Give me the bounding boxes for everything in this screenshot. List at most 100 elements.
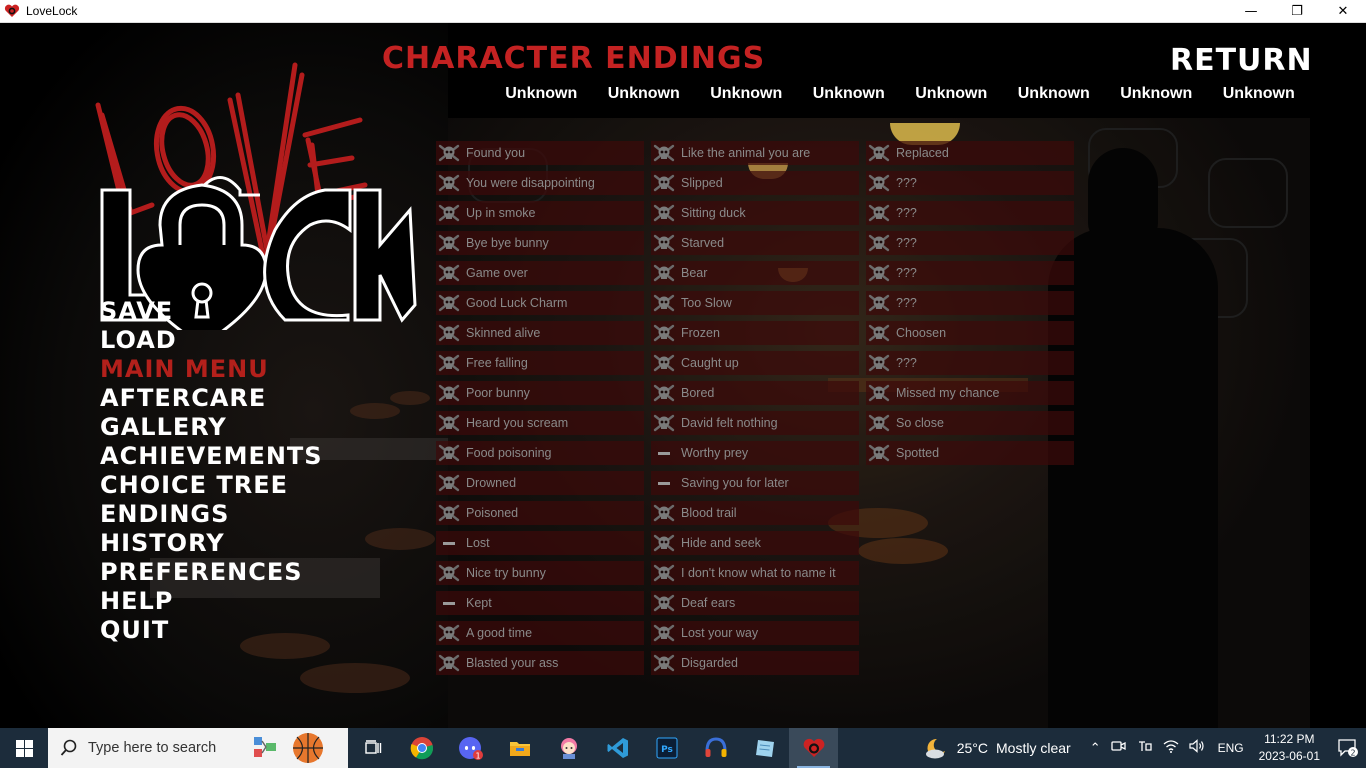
notification-center-button[interactable]: 2 bbox=[1330, 738, 1366, 758]
moon-cloud-icon bbox=[925, 738, 945, 759]
ending-item[interactable]: Skinned alive bbox=[436, 321, 644, 345]
ending-item[interactable]: Lost your way bbox=[651, 621, 859, 645]
ending-item[interactable]: Good Luck Charm bbox=[436, 291, 644, 315]
menu-main-menu[interactable]: MAIN MENU bbox=[100, 355, 323, 384]
ending-item[interactable]: Choosen bbox=[866, 321, 1074, 345]
menu-quit[interactable]: QUIT bbox=[100, 616, 323, 645]
speaker-icon[interactable] bbox=[1188, 739, 1205, 757]
skull-crossbones-icon bbox=[438, 472, 460, 494]
ending-item[interactable]: Like the animal you are bbox=[651, 141, 859, 165]
tab-character[interactable]: Unknown bbox=[490, 83, 593, 105]
ending-item[interactable]: ??? bbox=[866, 351, 1074, 375]
ending-item[interactable]: Replaced bbox=[866, 141, 1074, 165]
tab-character[interactable]: Unknown bbox=[593, 83, 696, 105]
notes-app-icon[interactable] bbox=[740, 728, 789, 768]
ending-item[interactable]: Bored bbox=[651, 381, 859, 405]
ending-item[interactable]: Slipped bbox=[651, 171, 859, 195]
ending-item[interactable]: Frozen bbox=[651, 321, 859, 345]
ending-item[interactable]: Spotted bbox=[866, 441, 1074, 465]
tab-character[interactable]: Unknown bbox=[798, 83, 901, 105]
vscode-icon[interactable] bbox=[593, 728, 642, 768]
ending-label: Poor bunny bbox=[466, 386, 530, 400]
ending-label: Hide and seek bbox=[681, 536, 761, 550]
chrome-icon[interactable] bbox=[397, 728, 446, 768]
ending-item[interactable]: Sitting duck bbox=[651, 201, 859, 225]
ending-item[interactable]: Up in smoke bbox=[436, 201, 644, 225]
ending-item[interactable]: Bye bye bunny bbox=[436, 231, 644, 255]
close-button[interactable]: ✕ bbox=[1320, 0, 1366, 23]
ending-item[interactable]: ??? bbox=[866, 231, 1074, 255]
menu-preferences[interactable]: PREFERENCES bbox=[100, 558, 323, 587]
file-explorer-icon[interactable] bbox=[495, 728, 544, 768]
ending-item[interactable]: ??? bbox=[866, 201, 1074, 225]
ending-item[interactable]: ??? bbox=[866, 261, 1074, 285]
tab-character[interactable]: Unknown bbox=[695, 83, 798, 105]
ending-item[interactable]: Poor bunny bbox=[436, 381, 644, 405]
ending-item[interactable]: Blasted your ass bbox=[436, 651, 644, 675]
ending-item[interactable]: Hide and seek bbox=[651, 531, 859, 555]
ending-item[interactable]: Kept bbox=[436, 591, 644, 615]
ending-item[interactable]: Poisoned bbox=[436, 501, 644, 525]
menu-save[interactable]: SAVE bbox=[100, 297, 323, 326]
ending-item[interactable]: Heard you scream bbox=[436, 411, 644, 435]
ending-item[interactable]: I don't know what to name it bbox=[651, 561, 859, 585]
menu-endings[interactable]: ENDINGS bbox=[100, 500, 323, 529]
skull-crossbones-icon bbox=[438, 172, 460, 194]
ending-item[interactable]: Free falling bbox=[436, 351, 644, 375]
discord-icon[interactable]: 1 bbox=[446, 728, 495, 768]
ending-item[interactable]: Saving you for later bbox=[651, 471, 859, 495]
ending-item[interactable]: Missed my chance bbox=[866, 381, 1074, 405]
anime-app-icon[interactable] bbox=[544, 728, 593, 768]
weather-widget[interactable]: 25°C Mostly clear bbox=[923, 736, 1071, 760]
menu-help[interactable]: HELP bbox=[100, 587, 323, 616]
ending-item[interactable]: Caught up bbox=[651, 351, 859, 375]
maximize-button[interactable]: ❐ bbox=[1274, 0, 1320, 23]
ending-label: Sitting duck bbox=[681, 206, 746, 220]
ending-item[interactable]: Lost bbox=[436, 531, 644, 555]
ending-item[interactable]: Found you bbox=[436, 141, 644, 165]
meet-now-icon[interactable] bbox=[1110, 739, 1127, 757]
ending-item[interactable]: ??? bbox=[866, 171, 1074, 195]
task-view-icon[interactable] bbox=[348, 728, 397, 768]
ending-item[interactable]: Food poisoning bbox=[436, 441, 644, 465]
menu-achievements[interactable]: ACHIEVEMENTS bbox=[100, 442, 323, 471]
return-button[interactable]: RETURN bbox=[1170, 43, 1313, 78]
menu-load[interactable]: LOAD bbox=[100, 326, 323, 355]
ending-item[interactable]: Nice try bunny bbox=[436, 561, 644, 585]
ending-item[interactable]: Bear bbox=[651, 261, 859, 285]
ending-item[interactable]: Blood trail bbox=[651, 501, 859, 525]
ending-item[interactable]: You were disappointing bbox=[436, 171, 644, 195]
menu-choice-tree[interactable]: CHOICE TREE bbox=[100, 471, 323, 500]
ending-item[interactable]: Worthy prey bbox=[651, 441, 859, 465]
headset-app-icon[interactable] bbox=[691, 728, 740, 768]
tab-character[interactable]: Unknown bbox=[1003, 83, 1106, 105]
ending-label: Free falling bbox=[466, 356, 528, 370]
language-indicator[interactable]: ENG bbox=[1218, 741, 1244, 755]
wifi-icon[interactable] bbox=[1163, 739, 1179, 757]
ending-item[interactable]: Disgarded bbox=[651, 651, 859, 675]
photoshop-icon[interactable]: Ps bbox=[642, 728, 691, 768]
taskbar-search-box[interactable]: Type here to search bbox=[48, 728, 348, 768]
tab-character[interactable]: Unknown bbox=[1208, 83, 1311, 105]
menu-aftercare[interactable]: AFTERCARE bbox=[100, 384, 323, 413]
clock[interactable]: 11:22 PM 2023-06-01 bbox=[1259, 731, 1320, 765]
ending-item[interactable]: A good time bbox=[436, 621, 644, 645]
ending-item[interactable]: Deaf ears bbox=[651, 591, 859, 615]
ending-item[interactable]: Too Slow bbox=[651, 291, 859, 315]
ending-item[interactable]: ??? bbox=[866, 291, 1074, 315]
chevron-up-icon[interactable]: ⌃ bbox=[1090, 741, 1101, 756]
tab-character[interactable]: Unknown bbox=[1105, 83, 1208, 105]
ending-item[interactable]: David felt nothing bbox=[651, 411, 859, 435]
input-method-icon[interactable] bbox=[1137, 739, 1153, 757]
minimize-button[interactable]: — bbox=[1228, 0, 1274, 23]
ending-item[interactable]: So close bbox=[866, 411, 1074, 435]
ending-item[interactable]: Drowned bbox=[436, 471, 644, 495]
menu-history[interactable]: HISTORY bbox=[100, 529, 323, 558]
ending-item[interactable]: Game over bbox=[436, 261, 644, 285]
tab-character[interactable]: Unknown bbox=[900, 83, 1003, 105]
start-button[interactable] bbox=[0, 728, 48, 768]
window-titlebar: LoveLock — ❐ ✕ bbox=[0, 0, 1366, 23]
ending-item[interactable]: Starved bbox=[651, 231, 859, 255]
lovelock-taskbar-icon[interactable] bbox=[789, 728, 838, 768]
menu-gallery[interactable]: GALLERY bbox=[100, 413, 323, 442]
